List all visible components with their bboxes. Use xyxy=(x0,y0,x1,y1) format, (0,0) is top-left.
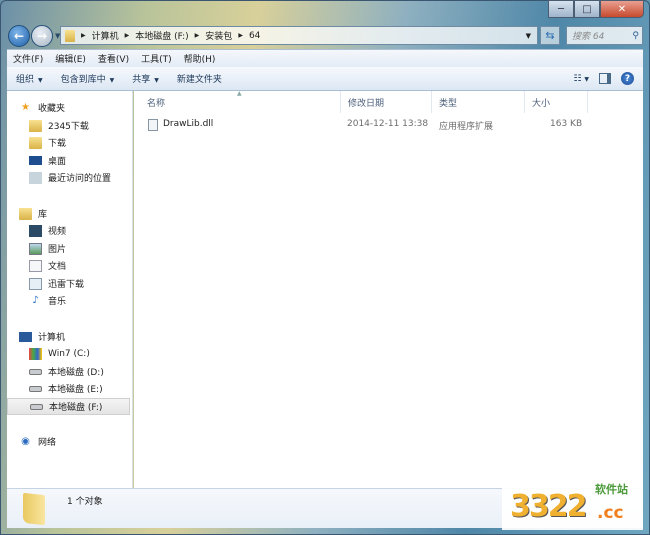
star-icon: ★ xyxy=(21,102,30,113)
navigation-buttons: ← → ▼ xyxy=(8,25,60,47)
watermark-subtitle: 软件站 xyxy=(595,483,628,496)
nav-label: 下载 xyxy=(48,139,67,149)
menu-view[interactable]: 查看(V) xyxy=(92,52,135,65)
drive-icon xyxy=(29,385,42,392)
item-count: 1 个对象 xyxy=(67,497,103,507)
file-list: ▲ 名称 修改日期 类型 大小 DrawLib.dll 2014-12-11 1… xyxy=(134,90,643,488)
breadcrumb-64[interactable]: 64 xyxy=(249,31,260,41)
document-icon xyxy=(29,259,42,272)
nav-label: 库 xyxy=(38,210,48,220)
nav-label: 本地磁盘 (D:) xyxy=(48,368,104,378)
refresh-icon: ⇆ xyxy=(545,29,555,42)
nav-item-drive-f[interactable]: 本地磁盘 (F:) xyxy=(7,398,130,415)
download-folder-icon xyxy=(29,136,42,149)
address-bar[interactable]: ▶ 计算机 ▶ 本地磁盘 (F:) ▶ 安装包 ▶ 64 ▼ xyxy=(60,26,538,45)
watermark-domain: .cc xyxy=(597,503,624,523)
picture-icon xyxy=(29,242,42,255)
menu-help[interactable]: 帮助(H) xyxy=(178,52,222,65)
share-button[interactable]: 共享 ▼ xyxy=(123,72,168,85)
nav-label: 图片 xyxy=(48,245,67,255)
file-date: 2014-12-11 13:38 xyxy=(347,119,429,129)
nav-label: Win7 (C:) xyxy=(48,348,90,359)
nav-label: 文档 xyxy=(48,262,67,272)
nav-label: 收藏夹 xyxy=(38,104,66,114)
menu-bar: 文件(F) 编辑(E) 查看(V) 工具(T) 帮助(H) xyxy=(7,49,643,67)
include-label: 包含到库中 xyxy=(60,75,106,85)
preview-pane-button[interactable] xyxy=(599,73,611,84)
menu-edit[interactable]: 编辑(E) xyxy=(49,52,92,65)
breadcrumb-drive-f[interactable]: 本地磁盘 (F:) xyxy=(135,29,188,42)
folder-icon xyxy=(65,29,75,42)
organize-label: 组织 xyxy=(16,75,35,85)
nav-label: 计算机 xyxy=(38,333,66,343)
view-options-button[interactable]: ☷ ▼ xyxy=(573,74,589,84)
refresh-button[interactable]: ⇆ xyxy=(540,26,560,45)
nav-label: 本地磁盘 (F:) xyxy=(49,403,103,413)
breadcrumb-arrow-icon[interactable]: ▶ xyxy=(125,32,130,39)
dll-file-icon xyxy=(148,119,158,131)
nav-label: 2345下载 xyxy=(48,122,89,132)
include-in-library-button[interactable]: 包含到库中 ▼ xyxy=(52,72,124,85)
nav-label: 音乐 xyxy=(48,297,67,307)
watermark-logo: 3322 .cc 软件站 xyxy=(502,475,643,530)
library-folder-icon xyxy=(29,277,42,290)
nav-network[interactable]: ◉ 网络 xyxy=(19,433,142,450)
breadcrumb-arrow-icon[interactable]: ▶ xyxy=(238,32,243,39)
back-button[interactable]: ← xyxy=(8,25,30,47)
file-type: 应用程序扩展 xyxy=(439,122,494,132)
file-name: DrawLib.dll xyxy=(163,119,214,129)
nav-label: 本地磁盘 (E:) xyxy=(48,385,103,395)
column-header-name[interactable]: 名称 xyxy=(140,91,341,113)
column-header-size[interactable]: 大小 xyxy=(525,91,588,113)
nav-label: 视频 xyxy=(48,227,67,237)
address-dropdown-icon[interactable]: ▼ xyxy=(526,32,531,40)
breadcrumb-computer[interactable]: 计算机 xyxy=(92,29,119,42)
navigation-pane: ★ 收藏夹 2345下载 下载 桌面 最近访问的位置 库 视频 图片 文档 迅雷下… xyxy=(7,91,133,488)
network-icon: ◉ xyxy=(21,436,30,447)
library-icon xyxy=(19,207,32,220)
folder-icon xyxy=(29,119,42,132)
search-placeholder: 搜索 64 xyxy=(572,32,605,42)
recent-places-icon xyxy=(29,171,42,184)
maximize-button[interactable]: □ xyxy=(574,0,600,18)
command-bar: 组织 ▼ 包含到库中 ▼ 共享 ▼ 新建文件夹 ☷ ▼ ? xyxy=(7,67,643,91)
desktop-icon xyxy=(29,156,42,165)
organize-button[interactable]: 组织 ▼ xyxy=(7,72,52,85)
drive-icon xyxy=(29,368,42,375)
search-icon[interactable]: ⚲ xyxy=(632,31,639,41)
forward-button[interactable]: → xyxy=(31,25,53,47)
share-label: 共享 xyxy=(132,75,151,85)
nav-label: 桌面 xyxy=(48,157,67,167)
window-controls: ─ □ ✕ xyxy=(548,0,644,18)
close-button[interactable]: ✕ xyxy=(600,0,644,18)
help-button[interactable]: ? xyxy=(621,72,634,85)
file-size: 163 KB xyxy=(550,119,583,129)
menu-file[interactable]: 文件(F) xyxy=(7,52,49,65)
nav-label: 迅雷下载 xyxy=(48,280,85,290)
nav-computer[interactable]: 计算机 xyxy=(19,328,142,345)
system-drive-icon xyxy=(29,347,42,360)
nav-libraries[interactable]: 库 xyxy=(19,205,142,222)
watermark-text: 3322 xyxy=(510,489,587,524)
computer-icon xyxy=(19,331,32,342)
chevron-down-icon: ▼ xyxy=(109,77,115,84)
folder-icon xyxy=(23,492,45,525)
drive-icon xyxy=(30,403,43,410)
menu-tools[interactable]: 工具(T) xyxy=(135,52,178,65)
nav-label: 最近访问的位置 xyxy=(48,174,112,184)
column-header-type[interactable]: 类型 xyxy=(432,91,525,113)
music-icon: ♪ xyxy=(32,295,39,306)
chevron-down-icon: ▼ xyxy=(38,77,43,84)
minimize-button[interactable]: ─ xyxy=(548,0,574,18)
breadcrumb-installers[interactable]: 安装包 xyxy=(205,29,232,42)
new-folder-button[interactable]: 新建文件夹 xyxy=(168,72,231,85)
nav-label: 网络 xyxy=(38,438,57,448)
nav-favorites[interactable]: ★ 收藏夹 xyxy=(19,99,142,116)
column-header-date[interactable]: 修改日期 xyxy=(341,91,432,113)
breadcrumb-arrow-icon[interactable]: ▶ xyxy=(195,32,200,39)
video-icon xyxy=(29,224,42,237)
search-input[interactable]: 搜索 64 ⚲ xyxy=(566,26,643,45)
breadcrumb-arrow-icon[interactable]: ▶ xyxy=(81,32,86,39)
chevron-down-icon: ▼ xyxy=(154,77,159,84)
